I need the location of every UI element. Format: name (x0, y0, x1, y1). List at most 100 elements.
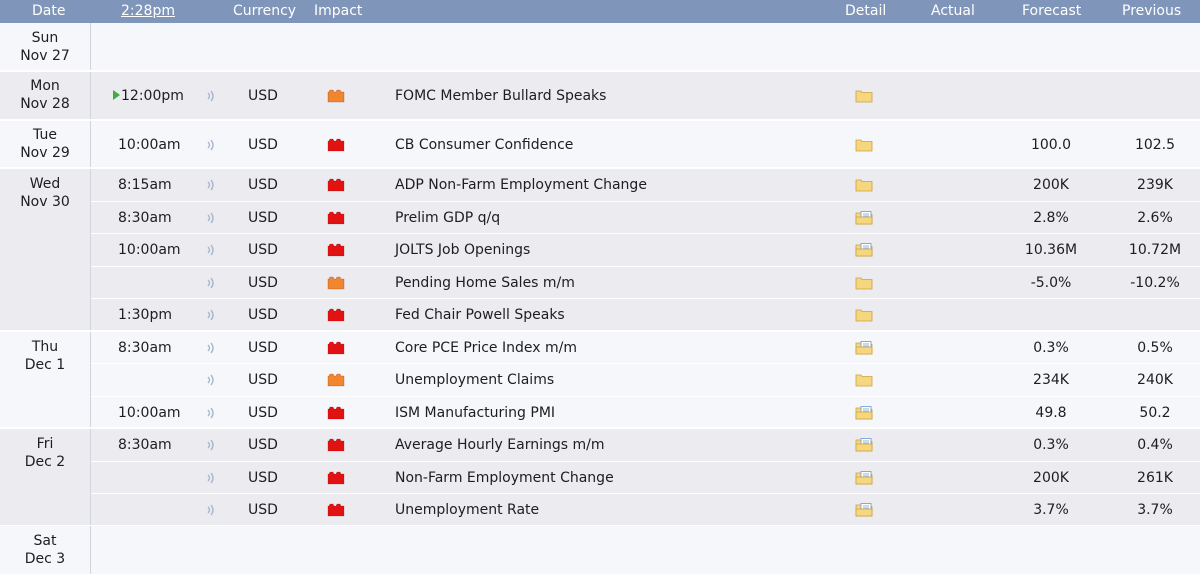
event-row[interactable]: 10:00am USD JOLTS Job Openings 10.36M 10.72M (91, 234, 1200, 267)
impact-folder-glyph (327, 471, 345, 485)
sound-wave-glyph (207, 90, 214, 102)
event-row[interactable]: 12:00pm USD FOMC Member Bullard Speaks (91, 72, 1200, 121)
sound-wave-icon[interactable] (205, 374, 217, 386)
event-row[interactable]: 1:30pm USD Fed Chair Powell Speaks (91, 299, 1200, 332)
event-row[interactable]: 10:00am USD ISM Manufacturing PMI 49.8 50.2 (91, 397, 1200, 430)
folder-icon[interactable] (855, 89, 873, 103)
folder-icon[interactable] (855, 178, 873, 192)
sound-wave-glyph (207, 472, 214, 484)
event-time: 8:30am (118, 437, 172, 453)
detail-folder-glyph (855, 210, 873, 225)
event-title[interactable]: CB Consumer Confidence (395, 137, 573, 153)
folder-doc-icon[interactable] (855, 340, 873, 355)
impact-folder-glyph (327, 308, 345, 322)
event-title[interactable]: FOMC Member Bullard Speaks (395, 88, 606, 104)
high-impact-icon[interactable] (327, 438, 345, 452)
event-row[interactable]: 8:30am USD Core PCE Price Index m/m 0.3% 0.5… (91, 332, 1200, 364)
event-currency: USD (248, 177, 278, 194)
high-impact-icon[interactable] (327, 341, 345, 355)
folder-doc-icon[interactable] (855, 470, 873, 485)
folder-doc-icon[interactable] (855, 243, 873, 257)
event-title[interactable]: Unemployment Rate (395, 502, 539, 518)
event-row[interactable]: 8:30am USD Prelim GDP q/q 2.8% 2.6% (91, 202, 1200, 234)
high-impact-icon[interactable] (327, 471, 345, 485)
day-group: Tue Nov 29 10:00am USD CB Consumer Confidenc… (0, 120, 1200, 170)
sound-wave-icon[interactable] (205, 244, 217, 256)
folder-icon[interactable] (855, 138, 873, 152)
event-title[interactable]: Fed Chair Powell Speaks (395, 307, 565, 323)
event-previous: 10.72M (1128, 242, 1182, 259)
event-previous: -10.2% (1130, 274, 1180, 291)
event-previous: 261K (1137, 469, 1173, 486)
folder-icon[interactable] (855, 276, 873, 290)
event-title[interactable]: Average Hourly Earnings m/m (395, 437, 604, 453)
impact-folder-glyph (327, 503, 345, 517)
day-date: Dec 3 (24, 551, 66, 567)
high-impact-icon[interactable] (327, 503, 345, 517)
day-name: Mon (30, 78, 60, 94)
event-row[interactable]: USD Unemployment Rate 3.7% 3.7% (91, 494, 1200, 527)
event-title[interactable]: Non-Farm Employment Change (395, 470, 614, 486)
medium-impact-icon[interactable] (327, 89, 345, 103)
high-impact-icon[interactable] (327, 211, 345, 225)
folder-icon[interactable] (855, 308, 873, 322)
high-impact-icon[interactable] (327, 178, 345, 192)
day-date: Nov 27 (20, 48, 70, 64)
sound-wave-icon[interactable] (205, 309, 217, 321)
folder-icon[interactable] (855, 373, 873, 387)
day-group: Thu Dec 1 8:30am USD Core PCE Price Index m/… (0, 331, 1200, 430)
sound-wave-icon[interactable] (205, 439, 217, 451)
sound-wave-icon[interactable] (205, 179, 217, 191)
folder-doc-icon[interactable] (855, 503, 873, 517)
header-impact: Impact (314, 3, 363, 19)
event-currency: USD (248, 136, 278, 153)
folder-doc-icon[interactable] (855, 405, 873, 420)
event-forecast: 49.8 (1035, 404, 1067, 421)
header-time-link[interactable]: 2:28pm (121, 3, 175, 19)
sound-wave-icon[interactable] (205, 90, 217, 102)
event-forecast: 200K (1033, 177, 1069, 194)
day-group: Fri Dec 2 8:30am USD Average Hourly Earnings… (0, 429, 1200, 527)
medium-impact-icon[interactable] (327, 276, 345, 290)
high-impact-icon[interactable] (327, 406, 345, 420)
event-row[interactable]: 8:30am USD Average Hourly Earnings m/m 0.3%… (91, 429, 1200, 462)
event-time-text: 1:30pm (118, 307, 172, 324)
sound-wave-icon[interactable] (205, 139, 217, 151)
day-label: Mon Nov 28 (0, 77, 90, 113)
medium-impact-icon[interactable] (327, 373, 345, 387)
event-title[interactable]: JOLTS Job Openings (395, 242, 530, 258)
event-row[interactable]: USD Unemployment Claims 234K 240K (91, 364, 1200, 397)
event-time: 8:30am (118, 340, 172, 356)
sound-wave-glyph (207, 244, 214, 256)
sound-wave-icon[interactable] (205, 342, 217, 354)
sound-wave-icon[interactable] (205, 504, 217, 516)
high-impact-icon[interactable] (327, 138, 345, 152)
event-title[interactable]: Core PCE Price Index m/m (395, 340, 577, 356)
impact-folder-glyph (327, 276, 345, 290)
sound-wave-glyph (207, 374, 214, 386)
sound-wave-icon[interactable] (205, 472, 217, 484)
event-row[interactable]: 8:15am USD ADP Non-Farm Employment Change 2… (91, 169, 1200, 202)
event-row[interactable]: 10:00am USD CB Consumer Confidence 100.0 102… (91, 121, 1200, 170)
event-title[interactable]: Prelim GDP q/q (395, 210, 500, 226)
sound-wave-icon[interactable] (205, 277, 217, 289)
event-currency: USD (248, 469, 278, 486)
sound-wave-glyph (207, 277, 214, 289)
folder-doc-icon[interactable] (855, 210, 873, 225)
event-title[interactable]: Unemployment Claims (395, 372, 554, 388)
event-title[interactable]: Pending Home Sales m/m (395, 275, 575, 291)
sound-wave-icon[interactable] (205, 212, 217, 224)
sound-wave-icon[interactable] (205, 407, 217, 419)
day-label: Thu Dec 1 (0, 338, 90, 374)
event-currency: USD (248, 404, 278, 421)
event-row[interactable]: USD Non-Farm Employment Change 200K 261K (91, 462, 1200, 494)
day-date: Nov 28 (20, 96, 70, 112)
day-name: Tue (33, 126, 57, 143)
high-impact-icon[interactable] (327, 243, 345, 257)
event-title[interactable]: ADP Non-Farm Employment Change (395, 177, 647, 193)
folder-doc-icon[interactable] (855, 438, 873, 452)
high-impact-icon[interactable] (327, 308, 345, 322)
event-row[interactable]: USD Pending Home Sales m/m -5.0% -10.2% (91, 267, 1200, 299)
event-title[interactable]: ISM Manufacturing PMI (395, 405, 555, 421)
event-forecast: 234K (1033, 372, 1069, 389)
